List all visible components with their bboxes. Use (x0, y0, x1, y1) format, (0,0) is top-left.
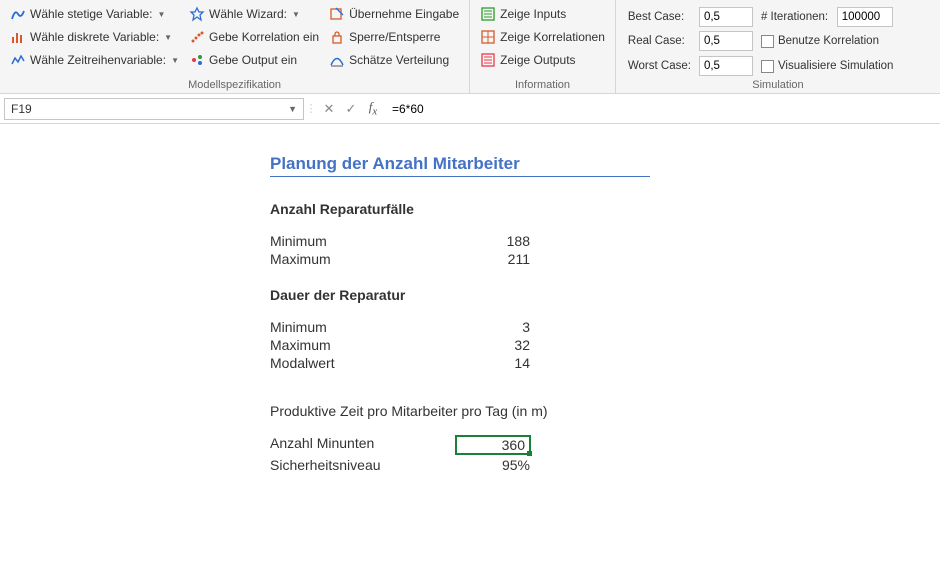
enter-correlation-button[interactable]: Gebe Korrelation ein (187, 27, 321, 47)
chevron-down-icon: ▼ (158, 10, 166, 19)
iterations-label: # Iterationen: (761, 11, 829, 23)
section-header: Anzahl Reparaturfälle (270, 201, 940, 217)
formula-bar: F19 ▼ ⋮ ✕ ✓ fx (0, 94, 940, 124)
group-label: Simulation (624, 77, 932, 91)
list-red-icon (480, 52, 496, 68)
chevron-down-icon: ▼ (164, 33, 172, 42)
table-row: Minimum 188 (270, 233, 940, 249)
best-case-input[interactable] (699, 7, 753, 27)
row-label: Anzahl Minunten (270, 435, 460, 455)
output-icon (189, 52, 205, 68)
chevron-down-icon: ▼ (292, 10, 300, 19)
show-inputs-button[interactable]: Zeige Inputs (478, 4, 607, 24)
formula-input[interactable] (384, 98, 936, 120)
section-header: Dauer der Reparatur (270, 287, 940, 303)
label: Zeige Korrelationen (500, 30, 605, 44)
row-value: 211 (460, 251, 530, 267)
page-title: Planung der Anzahl Mitarbeiter (270, 154, 650, 177)
group-label: Modellspezifikation (8, 77, 461, 91)
label: Gebe Korrelation ein (209, 30, 319, 44)
chevron-down-icon: ▼ (171, 56, 179, 65)
ribbon-group-modellspezifikation: Wähle stetige Variable: ▼ Wähle diskrete… (0, 0, 470, 93)
worksheet[interactable]: Planung der Anzahl Mitarbeiter Anzahl Re… (0, 124, 940, 473)
row-value: 95% (460, 457, 530, 473)
choose-continuous-var-button[interactable]: Wähle stetige Variable: ▼ (8, 4, 181, 24)
enter-output-button[interactable]: Gebe Output ein (187, 50, 321, 70)
choose-wizard-button[interactable]: Wähle Wizard: ▼ (187, 4, 321, 24)
row-label: Modalwert (270, 355, 460, 371)
show-outputs-button[interactable]: Zeige Outputs (478, 50, 607, 70)
distribution-icon (329, 52, 345, 68)
curve-icon (10, 6, 26, 22)
table-row: Anzahl Minunten 360 (270, 435, 940, 455)
chevron-down-icon: ▼ (288, 104, 297, 114)
ribbon-group-simulation: Best Case: # Iterationen: Real Case: Ben… (616, 0, 940, 93)
timeseries-icon (10, 52, 26, 68)
label: Wähle stetige Variable: (30, 7, 153, 21)
active-cell[interactable]: 360 (460, 435, 530, 455)
row-value: 14 (460, 355, 530, 371)
row-label: Sicherheitsniveau (270, 457, 460, 473)
cancel-formula-button[interactable]: ✕ (318, 98, 340, 120)
apply-input-button[interactable]: Übernehme Eingabe (327, 4, 461, 24)
label: Sperre/Entsperre (349, 30, 440, 44)
worst-case-input[interactable] (699, 56, 753, 76)
accept-formula-button[interactable]: ✓ (340, 98, 362, 120)
best-case-label: Best Case: (628, 11, 691, 23)
row-value: 32 (460, 337, 530, 353)
row-value: 3 (460, 319, 530, 335)
ribbon-group-information: Zeige Inputs Zeige Korrelationen Zeige O… (470, 0, 616, 93)
group-label: Information (478, 77, 607, 91)
row-label: Minimum (270, 319, 460, 335)
fx-button[interactable]: fx (362, 98, 384, 120)
table-row: Maximum 211 (270, 251, 940, 267)
worst-case-label: Worst Case: (628, 60, 691, 72)
real-case-input[interactable] (699, 31, 753, 51)
row-label: Maximum (270, 337, 460, 353)
table-row: Modalwert 14 (270, 355, 940, 371)
estimate-distribution-button[interactable]: Schätze Verteilung (327, 50, 461, 70)
apply-icon (329, 6, 345, 22)
label: Zeige Outputs (500, 53, 575, 67)
use-correlation-checkbox[interactable] (761, 35, 774, 48)
visualize-sim-label: Visualisiere Simulation (778, 60, 893, 72)
label: Wähle Wizard: (209, 7, 287, 21)
row-label: Maximum (270, 251, 460, 267)
table-row: Sicherheitsniveau 95% (270, 457, 940, 473)
cell-reference: F19 (11, 102, 32, 116)
table-row: Maximum 32 (270, 337, 940, 353)
matrix-icon (480, 29, 496, 45)
label: Schätze Verteilung (349, 53, 449, 67)
section-header: Produktive Zeit pro Mitarbeiter pro Tag … (270, 403, 940, 419)
list-green-icon (480, 6, 496, 22)
label: Zeige Inputs (500, 7, 566, 21)
choose-discrete-var-button[interactable]: Wähle diskrete Variable: ▼ (8, 27, 181, 47)
label: Übernehme Eingabe (349, 7, 459, 21)
label: Wähle Zeitreihenvariable: (30, 53, 166, 67)
lock-unlock-button[interactable]: Sperre/Entsperre (327, 27, 461, 47)
label: Gebe Output ein (209, 53, 297, 67)
row-label: Minimum (270, 233, 460, 249)
lock-icon (329, 29, 345, 45)
row-value: 188 (460, 233, 530, 249)
use-correlation-label: Benutze Korrelation (778, 35, 879, 47)
separator: ⋮ (308, 98, 314, 120)
show-correlations-button[interactable]: Zeige Korrelationen (478, 27, 607, 47)
bars-icon (10, 29, 26, 45)
iterations-input[interactable] (837, 7, 893, 27)
star-icon (189, 6, 205, 22)
table-row: Minimum 3 (270, 319, 940, 335)
choose-timeseries-var-button[interactable]: Wähle Zeitreihenvariable: ▼ (8, 50, 181, 70)
name-box[interactable]: F19 ▼ (4, 98, 304, 120)
scatter-icon (189, 29, 205, 45)
label: Wähle diskrete Variable: (30, 30, 159, 44)
real-case-label: Real Case: (628, 35, 691, 47)
ribbon: Wähle stetige Variable: ▼ Wähle diskrete… (0, 0, 940, 94)
visualize-sim-checkbox[interactable] (761, 60, 774, 73)
